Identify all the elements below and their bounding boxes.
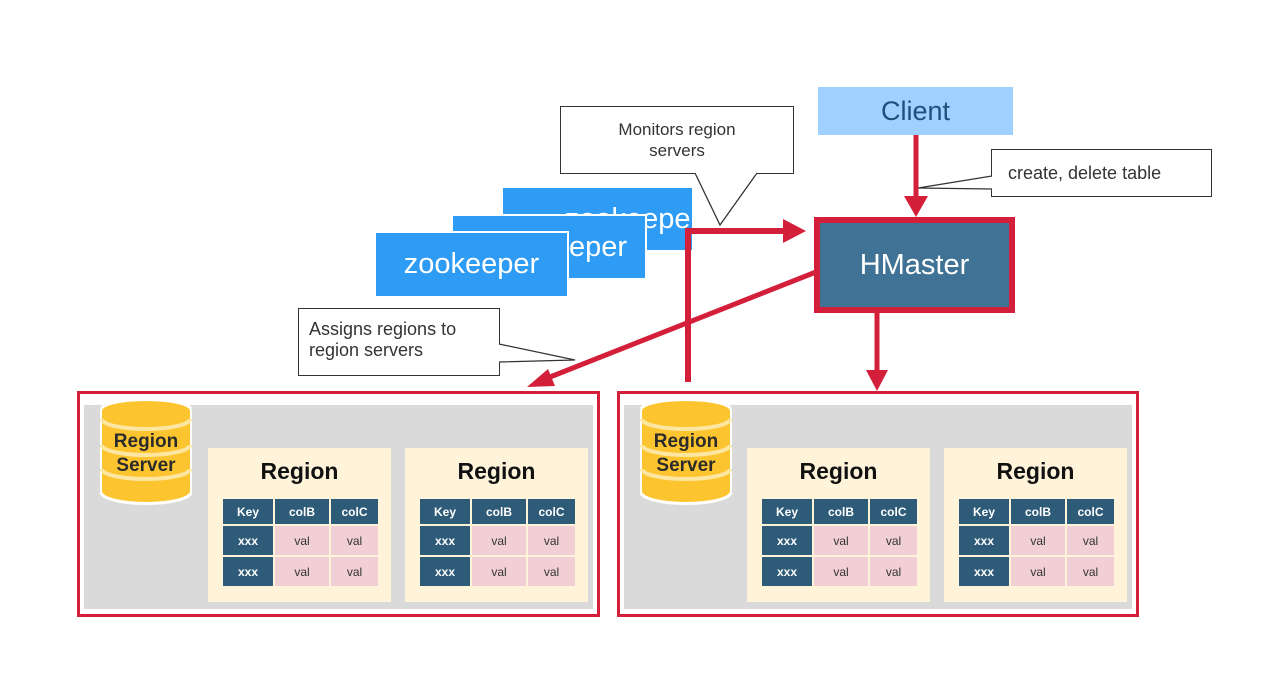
key-cell: xxx — [223, 557, 273, 586]
region-panel[interactable]: Region Key colB colC xxx val val xxx val… — [944, 448, 1127, 602]
region-table: Key colB colC xxx val val xxx val val — [957, 497, 1116, 588]
table-header-row: Key colB colC — [223, 499, 378, 524]
value-cell: val — [472, 526, 526, 555]
region-panel[interactable]: Region Key colB colC xxx val val xxx val… — [208, 448, 391, 602]
callout-create-delete-table: create, delete table — [991, 149, 1212, 197]
value-cell: val — [275, 526, 329, 555]
region-title: Region — [457, 458, 536, 484]
key-cell: xxx — [762, 526, 812, 555]
value-cell: val — [1067, 557, 1114, 586]
arrowhead-down-icon — [866, 370, 888, 391]
key-cell: xxx — [420, 526, 470, 555]
table-row: xxx val val — [959, 526, 1114, 555]
header-cell: colC — [528, 499, 575, 524]
key-cell: xxx — [959, 526, 1009, 555]
region-server-right[interactable]: Region Server Region Key colB colC xxx v… — [617, 391, 1139, 617]
region-server-body: Region Server Region Key colB colC xxx v… — [84, 398, 593, 609]
hmaster-node[interactable]: HMaster — [814, 217, 1015, 313]
region-title: Region — [260, 458, 339, 484]
table-header-row: Key colB colC — [420, 499, 575, 524]
region-server-label: Region Server — [113, 431, 179, 476]
header-cell: Key — [959, 499, 1009, 524]
value-cell: val — [472, 557, 526, 586]
region-server-label: Region Server — [653, 431, 719, 476]
table-row: xxx val val — [420, 526, 575, 555]
value-cell: val — [814, 526, 868, 555]
value-cell: val — [1067, 526, 1114, 555]
table-header-row: Key colB colC — [762, 499, 917, 524]
table-row: xxx val val — [762, 557, 917, 586]
header-cell: colB — [814, 499, 868, 524]
callout-assigns-regions: Assigns regions to region servers — [298, 308, 500, 376]
region-panel[interactable]: Region Key colB colC xxx val val xxx val… — [405, 448, 588, 602]
region-table: Key colB colC xxx val val xxx val val — [418, 497, 577, 588]
hmaster-body: HMaster — [820, 223, 1009, 307]
header-cell: colC — [870, 499, 917, 524]
value-cell: val — [331, 557, 378, 586]
header-cell: Key — [762, 499, 812, 524]
callout-pointer-create — [917, 175, 993, 190]
arrow-hmaster-to-left-regionserver — [544, 269, 817, 382]
callout-pointer-monitors — [694, 172, 758, 227]
header-cell: colC — [1067, 499, 1114, 524]
region-panel[interactable]: Region Key colB colC xxx val val xxx val… — [747, 448, 930, 602]
arrowhead-diagonal-icon — [527, 369, 555, 387]
region-server-left[interactable]: Region Server Region Key colB colC xxx v… — [77, 391, 600, 617]
region-title: Region — [799, 458, 878, 484]
callout-pointer-assigns — [498, 343, 576, 363]
value-cell: val — [528, 526, 575, 555]
table-header-row: Key colB colC — [959, 499, 1114, 524]
region-table: Key colB colC xxx val val xxx val val — [760, 497, 919, 588]
table-row: xxx val val — [223, 557, 378, 586]
table-row: xxx val val — [223, 526, 378, 555]
value-cell: val — [331, 526, 378, 555]
header-cell: Key — [223, 499, 273, 524]
arrowhead-right-icon — [783, 219, 806, 243]
arrowhead-down-icon — [904, 196, 928, 217]
value-cell: val — [275, 557, 329, 586]
header-cell: colB — [472, 499, 526, 524]
key-cell: xxx — [223, 526, 273, 555]
region-table: Key colB colC xxx val val xxx val val — [221, 497, 380, 588]
zookeeper-label: zookeeper — [403, 248, 540, 280]
table-row: xxx val val — [420, 557, 575, 586]
zookeeper-node-front[interactable]: zookeeper — [374, 231, 569, 298]
region-server-body: Region Server Region Key colB colC xxx v… — [624, 398, 1132, 609]
arrow-regionserver-to-hmaster — [685, 228, 790, 382]
key-cell: xxx — [420, 557, 470, 586]
hmaster-label: HMaster — [859, 248, 970, 281]
callout-monitors-region-servers: Monitors region servers — [560, 106, 794, 174]
table-row: xxx val val — [762, 526, 917, 555]
value-cell: val — [814, 557, 868, 586]
header-cell: colB — [275, 499, 329, 524]
header-cell: colC — [331, 499, 378, 524]
header-cell: Key — [420, 499, 470, 524]
value-cell: val — [870, 557, 917, 586]
value-cell: val — [1011, 526, 1065, 555]
value-cell: val — [528, 557, 575, 586]
client-label: Client — [880, 95, 951, 126]
value-cell: val — [870, 526, 917, 555]
header-cell: colB — [1011, 499, 1065, 524]
region-title: Region — [996, 458, 1075, 484]
value-cell: val — [1011, 557, 1065, 586]
client-node[interactable]: Client — [818, 87, 1013, 135]
key-cell: xxx — [959, 557, 1009, 586]
key-cell: xxx — [762, 557, 812, 586]
table-row: xxx val val — [959, 557, 1114, 586]
